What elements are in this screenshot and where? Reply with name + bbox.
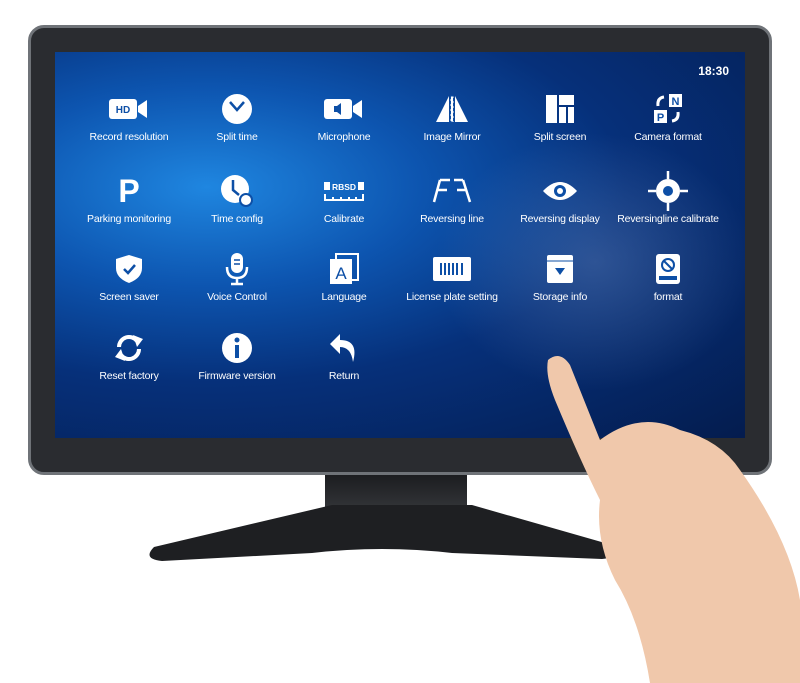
menu-item-reversing-display[interactable]: Reversing display	[506, 174, 614, 225]
menu-item-firmware-version[interactable]: Firmware version	[183, 331, 291, 382]
menu-item-label: Split screen	[533, 131, 587, 143]
menu-item-calibrate[interactable]: RBSD Calibrate	[290, 174, 398, 225]
menu-item-label: Return	[328, 370, 360, 382]
menu-item-label: Calibrate	[323, 213, 365, 225]
menu-item-reversingline-calibrate[interactable]: Reversingline calibrate	[614, 171, 722, 225]
menu-item-time-config[interactable]: Time config	[183, 174, 291, 225]
menu-item-format[interactable]: format	[614, 252, 722, 303]
info-icon	[183, 331, 291, 365]
menu-item-image-mirror[interactable]: Image Mirror	[398, 92, 506, 143]
menu-item-label: Reversing display	[520, 213, 600, 225]
return-icon	[290, 331, 398, 365]
menu-item-return[interactable]: Return	[290, 331, 398, 382]
menu-item-label: Record resolution	[89, 131, 169, 143]
menu-item-parking-monitoring[interactable]: P Parking monitoring	[75, 174, 183, 225]
eye-icon	[506, 174, 614, 208]
storage-icon	[506, 252, 614, 286]
time-config-icon	[183, 174, 291, 208]
menu-item-label: License plate setting	[406, 291, 498, 303]
icon-glyph-text: P	[657, 112, 664, 124]
format-icon	[614, 252, 722, 286]
hd-camera-icon: HD	[75, 92, 183, 126]
mirror-icon	[398, 92, 506, 126]
menu-item-reversing-line[interactable]: Reversing line	[398, 174, 506, 225]
menu-item-label: Split time	[216, 131, 258, 143]
license-plate-icon	[398, 252, 506, 286]
menu-item-license-plate-setting[interactable]: License plate setting	[398, 252, 506, 303]
icon-glyph-text: N	[672, 96, 680, 108]
shield-icon	[75, 252, 183, 286]
menu-item-reset-factory[interactable]: Reset factory	[75, 331, 183, 382]
audio-camera-icon	[290, 92, 398, 126]
crosshair-icon	[614, 171, 722, 211]
icon-glyph-text: HD	[116, 105, 130, 116]
menu-item-label: Image Mirror	[423, 131, 481, 143]
menu-item-language[interactable]: A Language	[290, 252, 398, 303]
menu-item-microphone[interactable]: Microphone	[290, 92, 398, 143]
menu-item-label: Reset factory	[99, 370, 159, 382]
menu-item-label: Time config	[211, 213, 263, 225]
clock: 18:30	[698, 64, 729, 78]
reset-icon	[75, 331, 183, 365]
menu-item-label: Language	[321, 291, 367, 303]
icon-glyph-text: P	[118, 173, 140, 209]
menu-item-label: Screen saver	[99, 291, 159, 303]
menu-item-label: format	[653, 291, 683, 303]
icon-glyph-text: A	[335, 264, 347, 283]
menu-item-label: Camera format	[634, 131, 702, 143]
menu-item-label: Reversing line	[420, 213, 484, 225]
menu-item-storage-info[interactable]: Storage info	[506, 252, 614, 303]
camera-format-icon: NP	[614, 92, 722, 126]
rbsd-calibrate-icon: RBSD	[290, 174, 398, 208]
monitor-base	[149, 505, 616, 561]
menu-item-screen-saver[interactable]: Screen saver	[75, 252, 183, 303]
menu-item-label: Voice Control	[207, 291, 267, 303]
menu-item-label: Storage info	[532, 291, 588, 303]
menu-item-split-screen[interactable]: Split screen	[506, 92, 614, 143]
parking-icon: P	[75, 174, 183, 208]
reversing-line-icon	[398, 174, 506, 208]
menu-item-record-resolution[interactable]: HD Record resolution	[75, 92, 183, 143]
clock-icon	[183, 92, 291, 126]
split-screen-icon	[506, 92, 614, 126]
menu-item-camera-format[interactable]: N P Camera format	[614, 92, 722, 143]
menu-item-label: Firmware version	[198, 370, 276, 382]
language-icon: A	[290, 252, 398, 286]
icon-glyph-text: RBSD	[332, 182, 356, 192]
menu-item-voice-control[interactable]: Voice Control	[183, 252, 291, 303]
menu-item-label: Parking monitoring	[87, 213, 171, 225]
menu-item-label: Reversingline calibrate	[617, 213, 719, 225]
microphone-icon	[183, 252, 291, 286]
menu-item-split-time[interactable]: Split time	[183, 92, 291, 143]
menu-item-label: Microphone	[317, 131, 371, 143]
